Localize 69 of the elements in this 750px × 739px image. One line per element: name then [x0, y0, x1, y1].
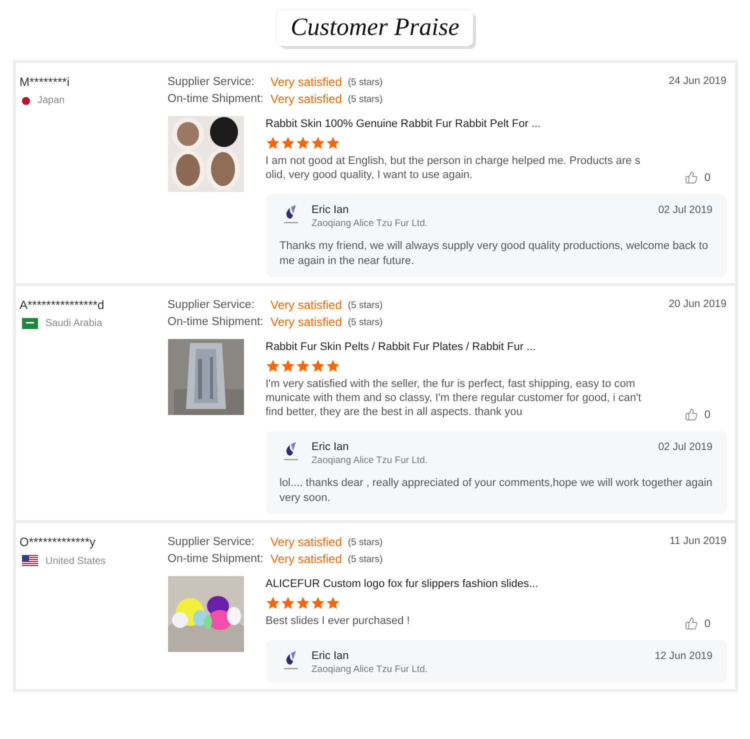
star-icon — [280, 136, 294, 150]
reply-date: 02 Jul 2019 — [658, 441, 712, 453]
country-name: United States — [46, 556, 106, 566]
rating-note: (5 stars) — [348, 76, 383, 88]
star-icon — [280, 596, 294, 610]
star-icon — [296, 136, 310, 150]
reply-date: 02 Jul 2019 — [658, 204, 712, 216]
rating-label: On-time Shipment: — [168, 316, 264, 328]
product-title[interactable]: Rabbit Skin 100% Genuine Rabbit Fur Rabbit Pelt For ... — [266, 118, 726, 130]
company-name: Zaoqiang Alice Tzu Fur Ltd. — [312, 455, 428, 466]
buyer-name: A***************d — [20, 298, 106, 312]
star-icon — [296, 596, 310, 610]
page-title: Customer Praise — [276, 10, 474, 46]
star-icon — [310, 136, 324, 150]
rating-label: On-time Shipment: — [168, 93, 264, 105]
star-icon — [326, 359, 340, 373]
review-text: Best slides I ever purchased ! — [266, 614, 411, 628]
thumbs-up-icon[interactable] — [685, 617, 698, 630]
review-date: 11 Jun 2019 — [669, 535, 726, 549]
thumbs-up-icon[interactable] — [685, 171, 698, 184]
like-count: 0 — [704, 618, 710, 630]
country-name: Saudi Arabia — [46, 318, 102, 329]
buyer-name: M********i — [20, 75, 71, 89]
star-icon — [266, 596, 280, 610]
star-icon — [266, 136, 280, 150]
rating-value: Very satisfied — [270, 92, 342, 106]
reply-date: 12 Jun 2019 — [654, 650, 712, 662]
dot-icon — [22, 96, 30, 104]
rating-label: Supplier Service: — [168, 536, 256, 548]
star-icon — [310, 596, 324, 610]
rating-label: Supplier Service: — [168, 299, 256, 311]
product-title[interactable]: Rabbit Fur Skin Pelts / Rabbit Fur Plates / Rabbit Fur ... — [266, 341, 726, 353]
reply-author: Eric Ian — [312, 650, 350, 662]
star-icon — [326, 596, 340, 610]
product-title[interactable]: ALICEFUR Custom logo fox fur slippers fashion slides... — [266, 578, 726, 590]
rating-value: Very satisfied — [270, 75, 342, 89]
rating-note: (5 stars) — [348, 536, 383, 548]
like-count: 0 — [704, 172, 710, 184]
company-name: Zaoqiang Alice Tzu Fur Ltd. — [312, 218, 428, 229]
rating-label: Supplier Service: — [168, 76, 256, 88]
review-date: 20 Jun 2019 — [668, 298, 726, 312]
star-icon — [326, 136, 340, 150]
reply-author: Eric Ian — [312, 441, 350, 453]
star-icon — [280, 359, 294, 373]
company-name: Zaoqiang Alice Tzu Fur Ltd. — [312, 664, 428, 675]
rating-label: On-time Shipment: — [168, 553, 264, 565]
reply-text: lol.... thanks dear , really appreciated of your comments,hope we will work together again very soon. — [280, 476, 712, 506]
star-icon — [296, 359, 310, 373]
flag-icon — [22, 555, 38, 567]
rating-value: Very satisfied — [270, 298, 342, 312]
flag-icon — [22, 318, 38, 329]
review-text: I'm very satisfied with the seller, the fur is perfect, fast shipping, easy to communicate with them and so classy, I'm there regular customer for good, i can't find better, they are the best in all aspects. thank you — [266, 377, 642, 419]
rating-value: Very satisfied — [270, 315, 342, 329]
country-name: Japan — [38, 95, 65, 106]
star-icon — [310, 359, 324, 373]
review-date: 24 Jun 2019 — [668, 75, 726, 89]
reply-author: Eric Ian — [312, 204, 350, 216]
rating-note: (5 stars) — [348, 316, 383, 328]
thumbs-up-icon[interactable] — [685, 408, 698, 421]
rating-value: Very satisfied — [270, 552, 342, 566]
like-count: 0 — [704, 408, 710, 420]
rating-value: Very satisfied — [270, 535, 342, 549]
rating-note: (5 stars) — [348, 300, 383, 310]
buyer-name: O*************y — [20, 535, 97, 549]
rating-note: (5 stars) — [348, 554, 383, 564]
reply-text: Thanks my friend, we will always supply very good quality productions, welcome back to me again in the near future. — [280, 239, 710, 269]
review-text: I am not good at English, but the person in charge helped me. Products are solid, very good quality, I want to use again. — [266, 154, 642, 182]
rating-note: (5 stars) — [348, 94, 383, 104]
star-icon — [266, 359, 280, 373]
